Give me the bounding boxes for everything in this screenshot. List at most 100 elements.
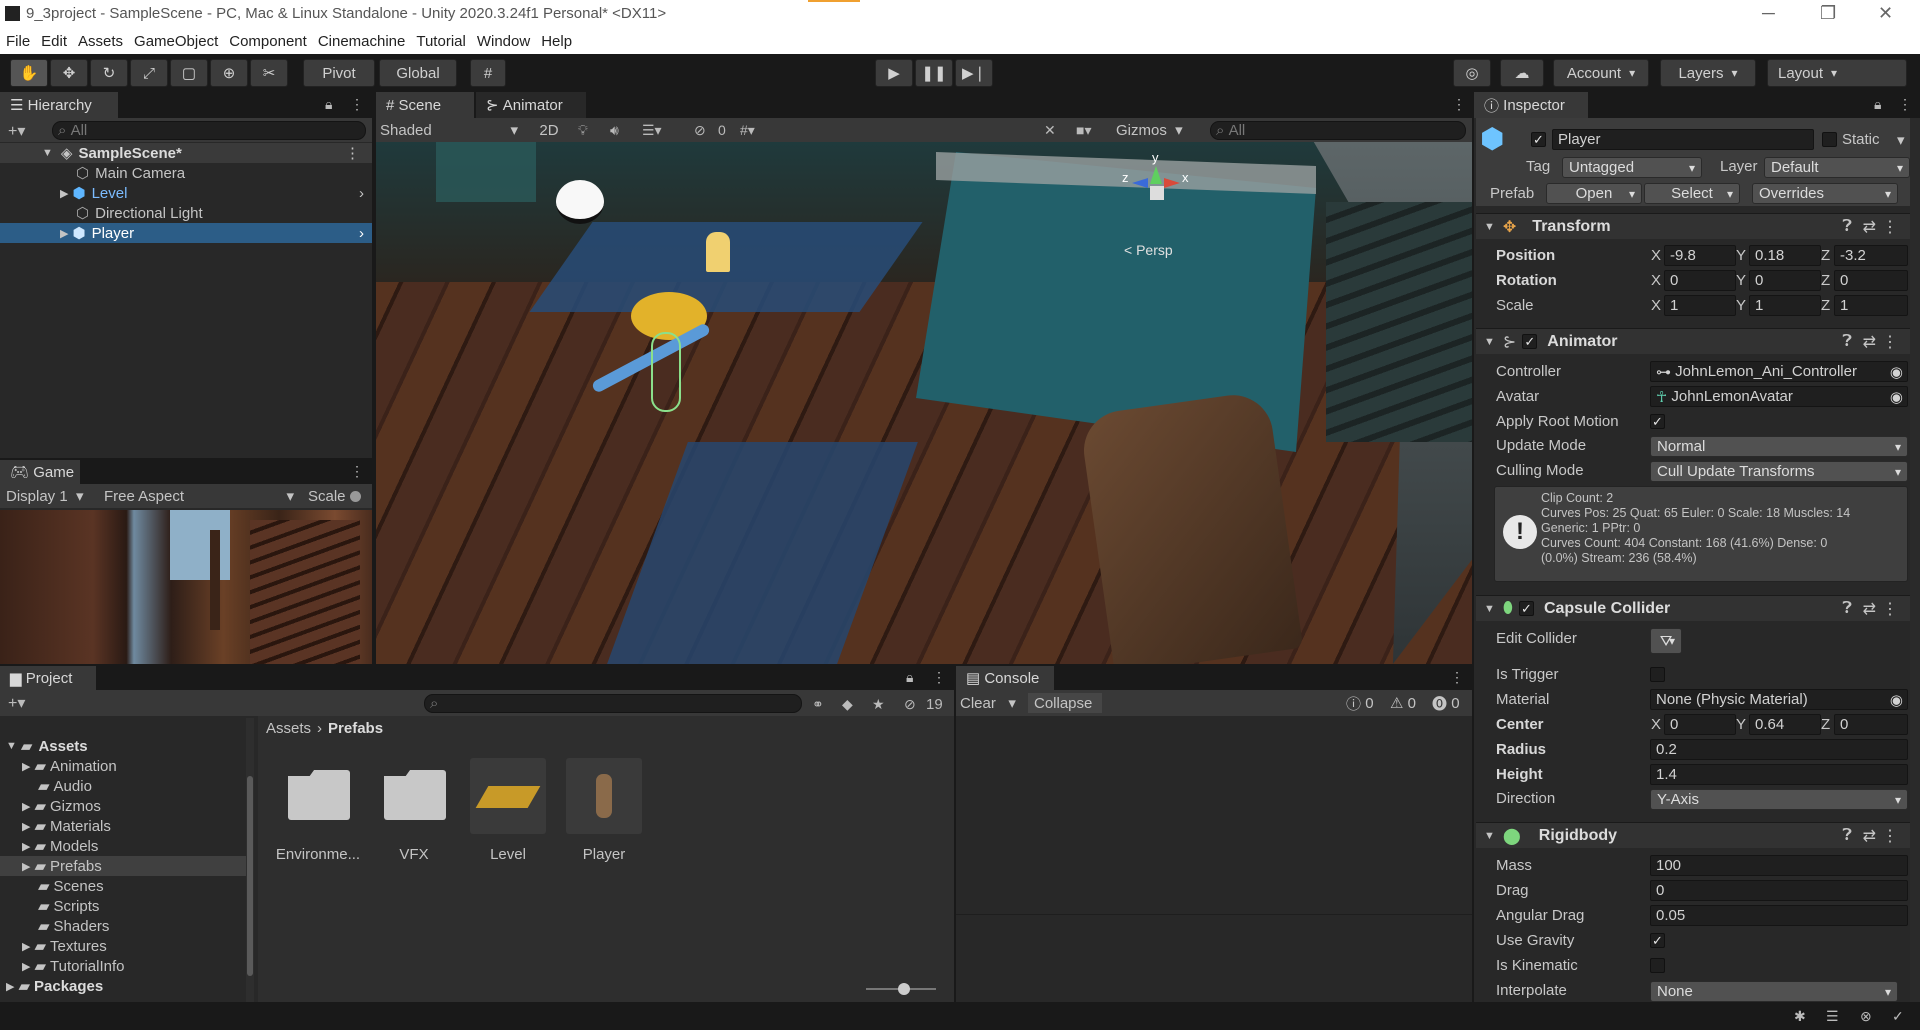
hidden-objects-icon[interactable]: ⊘ xyxy=(694,122,706,139)
kebab-menu-icon[interactable]: ⋮ xyxy=(1898,96,1912,113)
is-kinematic-checkbox[interactable] xyxy=(1650,958,1665,973)
play-button[interactable]: ▶ xyxy=(875,59,913,87)
hierarchy-item-directional-light[interactable]: ⬡ Directional Light xyxy=(0,203,372,223)
cache-icon[interactable]: ⊗ xyxy=(1860,1008,1872,1025)
lock-icon[interactable]: 🔒︎ xyxy=(906,669,913,686)
direction-dropdown[interactable]: Y-Axis xyxy=(1650,789,1908,810)
animator-header[interactable]: ▼ ⊱ ✓ Animator ❓︎ ⇄ ⋮ xyxy=(1476,328,1910,354)
tab-console[interactable]: ▤ Console xyxy=(956,666,1054,690)
rotate-tool-icon[interactable]: ↻ xyxy=(90,59,128,87)
tree-item-scripts[interactable]: ▰ Scripts xyxy=(0,896,246,916)
kebab-menu-icon[interactable]: ⋮ xyxy=(350,463,364,480)
camera-icon[interactable]: ■▾ xyxy=(1076,122,1091,139)
center-x-field[interactable]: 0 xyxy=(1664,714,1736,735)
tree-item-materials[interactable]: ▶ ▰ Materials xyxy=(0,816,246,836)
expand-arrow-icon[interactable]: ▼ xyxy=(1484,336,1495,348)
menu-assets[interactable]: Assets xyxy=(78,33,123,50)
scale-slider[interactable]: Scale xyxy=(308,486,368,506)
menu-tutorial[interactable]: Tutorial xyxy=(416,33,465,50)
tab-animator[interactable]: ⊱ Animator xyxy=(476,92,586,118)
drag-field[interactable]: 0 xyxy=(1650,880,1908,901)
tree-assets[interactable]: ▼ ▰ Assets xyxy=(0,736,246,756)
layer-dropdown[interactable]: Default xyxy=(1764,157,1910,178)
prefab-select-button[interactable]: Select xyxy=(1644,183,1740,204)
collapse-button[interactable]: Collapse xyxy=(1028,693,1102,713)
position-y-field[interactable]: 0.18 xyxy=(1749,245,1821,266)
custom-tool-icon[interactable]: ✂ xyxy=(250,59,288,87)
menu-window[interactable]: Window xyxy=(477,33,530,50)
expand-arrow-icon[interactable]: ▼ xyxy=(1484,221,1495,233)
avatar-field[interactable]: ☥ JohnLemonAvatar ◉ xyxy=(1650,386,1908,407)
chevron-right-icon[interactable]: › xyxy=(359,225,364,242)
height-field[interactable]: 1.4 xyxy=(1650,764,1908,785)
object-name-field[interactable]: Player xyxy=(1552,129,1814,150)
tab-game[interactable]: 🎮︎ Game xyxy=(0,460,80,484)
material-field[interactable]: None (Physic Material) ◉ xyxy=(1650,689,1908,710)
restore-icon[interactable]: ❐ xyxy=(1820,3,1836,24)
zoom-slider-thumb[interactable] xyxy=(898,983,910,995)
tree-scroll-thumb[interactable] xyxy=(247,776,253,976)
expand-arrow-icon[interactable]: ▼ xyxy=(1484,830,1495,842)
pivot-toggle[interactable]: Pivot xyxy=(303,59,375,87)
expand-arrow-icon[interactable]: ▶ xyxy=(22,760,30,773)
check-circle-icon[interactable]: ✓ xyxy=(1892,1008,1904,1025)
expand-arrow-icon[interactable]: ▶ xyxy=(22,860,30,873)
center-z-field[interactable]: 0 xyxy=(1834,714,1908,735)
scene-search[interactable]: ⌕ All xyxy=(1210,121,1466,140)
menu-component[interactable]: Component xyxy=(229,33,307,50)
static-dropdown-icon[interactable]: ▾ xyxy=(1897,131,1905,149)
scale-x-field[interactable]: 1 xyxy=(1664,295,1736,316)
kebab-menu-icon[interactable]: ⋮ xyxy=(932,669,946,686)
mode-2d-toggle[interactable]: 2D xyxy=(534,120,564,140)
asset-player-prefab[interactable] xyxy=(566,758,642,834)
tree-item-models[interactable]: ▶ ▰ Models xyxy=(0,836,246,856)
preset-icon[interactable]: ⇄ xyxy=(1863,826,1876,846)
breadcrumb-assets[interactable]: Assets xyxy=(266,720,311,737)
expand-arrow-icon[interactable]: ▶ xyxy=(22,940,30,953)
lighting-icon[interactable]: 💡︎ xyxy=(578,122,588,139)
edit-collider-button[interactable]: ⛛ xyxy=(1650,628,1682,654)
hierarchy-item-level[interactable]: ▶ ⬢ Level › xyxy=(0,183,372,203)
tab-hierarchy[interactable]: ☰ Hierarchy xyxy=(0,92,118,118)
orientation-gizmo[interactable]: y x z xyxy=(1122,150,1192,232)
asset-level-prefab[interactable] xyxy=(470,758,546,834)
capsule-collider-header[interactable]: ▼ ⬮ ✓ Capsule Collider ❓︎ ⇄ ⋮ xyxy=(1476,595,1910,621)
tree-item-scenes[interactable]: ▰ Scenes xyxy=(0,876,246,896)
minimize-icon[interactable]: ─ xyxy=(1762,3,1775,24)
pause-button[interactable]: ❚❚ xyxy=(915,59,953,87)
animator-enabled-checkbox[interactable]: ✓ xyxy=(1522,334,1538,349)
expand-arrow-icon[interactable]: ▶ xyxy=(60,227,68,240)
expand-arrow-icon[interactable]: ▶ xyxy=(6,980,14,993)
layout-dropdown[interactable]: Layout xyxy=(1767,59,1907,87)
component-menu-icon[interactable]: ⋮ xyxy=(1882,332,1898,352)
preset-icon[interactable]: ⇄ xyxy=(1863,217,1876,237)
culling-mode-dropdown[interactable]: Cull Update Transforms xyxy=(1650,461,1908,482)
tag-dropdown[interactable]: Untagged xyxy=(1562,157,1702,178)
help-icon[interactable]: ❓︎ xyxy=(1842,333,1852,351)
cloud-icon[interactable]: ☁ xyxy=(1500,59,1544,87)
hand-tool-icon[interactable]: ✋ xyxy=(10,59,48,87)
rotation-z-field[interactable]: 0 xyxy=(1834,270,1908,291)
is-trigger-checkbox[interactable] xyxy=(1650,667,1665,682)
chevron-right-icon[interactable]: › xyxy=(359,185,364,202)
expand-arrow-icon[interactable]: ▼ xyxy=(6,740,17,752)
component-menu-icon[interactable]: ⋮ xyxy=(1882,599,1898,619)
update-mode-dropdown[interactable]: Normal xyxy=(1650,436,1908,457)
menu-file[interactable]: File xyxy=(6,33,30,50)
display-dropdown[interactable]: Display 1 ▾ xyxy=(6,486,98,506)
tree-item-shaders[interactable]: ▰ Shaders xyxy=(0,916,246,936)
effects-icon[interactable]: ☰▾ xyxy=(642,122,662,139)
position-z-field[interactable]: -3.2 xyxy=(1834,245,1908,266)
move-tool-icon[interactable]: ✥ xyxy=(50,59,88,87)
component-menu-icon[interactable]: ⋮ xyxy=(1882,217,1898,237)
help-icon[interactable]: ❓︎ xyxy=(1842,600,1852,618)
menu-edit[interactable]: Edit xyxy=(41,33,67,50)
log-toggle[interactable]: ⓘ 0 xyxy=(1346,693,1386,713)
rotation-y-field[interactable]: 0 xyxy=(1749,270,1821,291)
scene-viewport[interactable]: y x z < Persp xyxy=(376,142,1472,664)
lock-icon[interactable]: 🔒︎ xyxy=(325,96,332,113)
angular-drag-field[interactable]: 0.05 xyxy=(1650,905,1908,926)
layers-stack-icon[interactable]: ☰ xyxy=(1826,1008,1839,1025)
asset-environment-folder[interactable] xyxy=(282,760,354,850)
use-gravity-checkbox[interactable]: ✓ xyxy=(1650,933,1665,948)
